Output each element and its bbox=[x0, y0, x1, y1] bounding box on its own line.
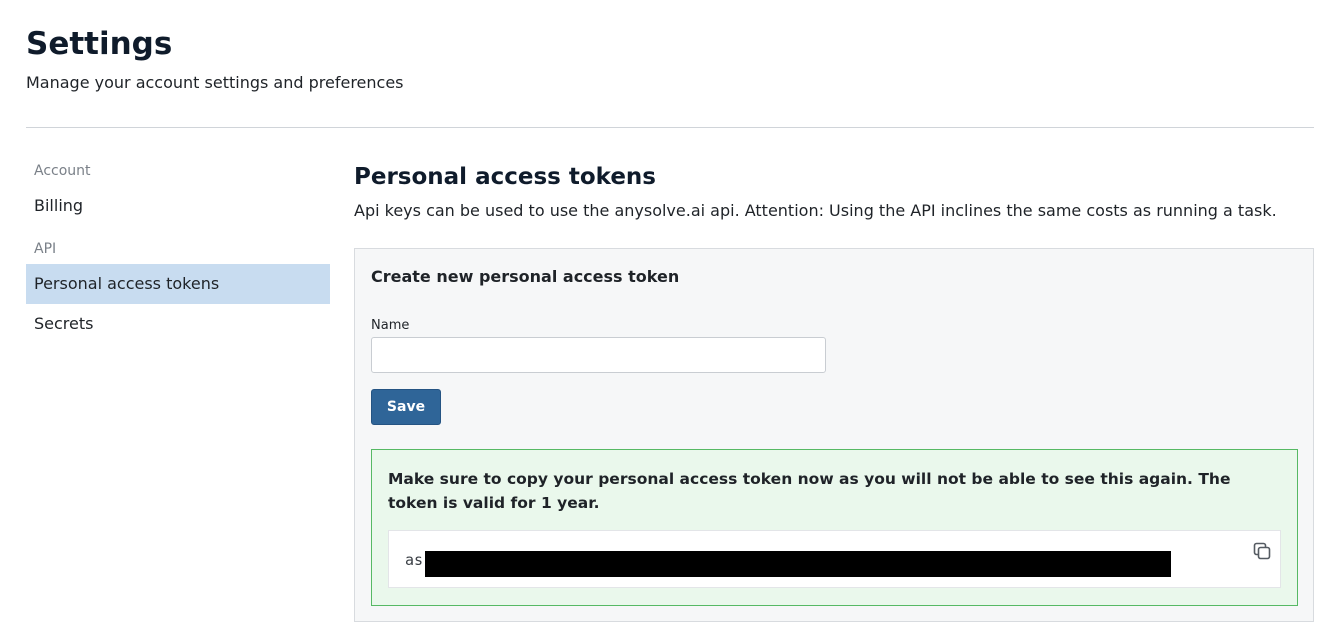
sidebar-item-personal-access-tokens[interactable]: Personal access tokens bbox=[26, 264, 330, 304]
card-title: Create new personal access token bbox=[371, 267, 680, 286]
token-display: as: bbox=[388, 530, 1281, 588]
page-title: Settings bbox=[26, 26, 173, 62]
sidebar-section-account: Account bbox=[34, 163, 91, 179]
token-redaction-bar bbox=[425, 551, 1171, 577]
page-subtitle: Manage your account settings and prefere… bbox=[26, 73, 404, 92]
token-created-alert: Make sure to copy your personal access t… bbox=[371, 449, 1298, 606]
copy-icon[interactable] bbox=[1252, 541, 1272, 561]
save-button[interactable]: Save bbox=[371, 389, 441, 425]
section-title: Personal access tokens bbox=[354, 164, 656, 190]
header-divider bbox=[26, 127, 1314, 128]
copy-icon-svg bbox=[1253, 542, 1271, 560]
settings-page: Settings Manage your account settings an… bbox=[0, 0, 1328, 644]
section-description: Api keys can be used to use the anysolve… bbox=[354, 201, 1277, 220]
settings-sidebar: Account Billing API Personal access toke… bbox=[26, 156, 330, 344]
main-content: Personal access tokens Api keys can be u… bbox=[354, 160, 1314, 622]
sidebar-item-billing[interactable]: Billing bbox=[26, 186, 330, 226]
name-input[interactable] bbox=[371, 337, 826, 373]
alert-message: Make sure to copy your personal access t… bbox=[388, 470, 1231, 512]
sidebar-section-api: API bbox=[34, 241, 57, 257]
create-token-card: Create new personal access token Name Sa… bbox=[354, 248, 1314, 622]
name-label: Name bbox=[371, 318, 410, 333]
sidebar-item-secrets[interactable]: Secrets bbox=[26, 304, 330, 344]
